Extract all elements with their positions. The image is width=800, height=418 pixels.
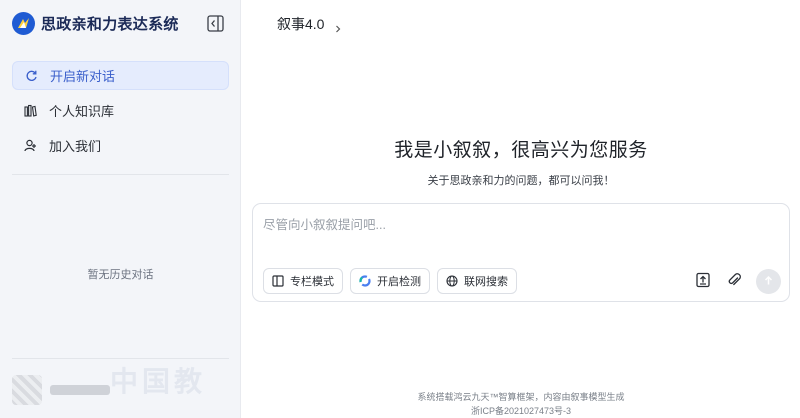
sidebar-item-label: 开启新对话 xyxy=(50,69,116,84)
welcome-section: 我是小叙叙，很高兴为您服务 关于思政亲和力的问题，都可以问我！ xyxy=(242,135,800,188)
chip-label: 联网搜索 xyxy=(464,276,508,288)
footer-icp-link[interactable]: 浙ICP备2021027473号-3 xyxy=(242,404,800,418)
model-name: 叙事4.0 xyxy=(277,16,325,32)
sidebar: 思政亲和力表达系统 开启新对话 个人知识库 加入我们 暂无历史对话 中国教 xyxy=(0,0,241,418)
username-blurred xyxy=(50,385,110,395)
avatar[interactable] xyxy=(12,375,42,405)
sidebar-item-label: 加入我们 xyxy=(49,139,102,154)
main-panel: 叙事4.0 我是小叙叙，很高兴为您服务 关于思政亲和力的问题，都可以问我！ 专栏… xyxy=(242,0,800,418)
sidebar-divider xyxy=(12,358,229,359)
columns-icon xyxy=(272,275,284,287)
brand: 思政亲和力表达系统 xyxy=(12,12,179,35)
sidebar-item-new-chat[interactable]: 开启新对话 xyxy=(12,61,229,90)
chat-input[interactable] xyxy=(263,218,763,232)
footer: 系统搭载鸿云九天™智算框架，内容由叙事模型生成 浙ICP备2021027473号… xyxy=(242,390,800,418)
welcome-title: 我是小叙叙，很高兴为您服务 xyxy=(394,140,648,161)
user-add-icon xyxy=(23,139,37,153)
app-title: 思政亲和力表达系统 xyxy=(41,16,179,33)
attachment-icon[interactable] xyxy=(726,272,742,288)
chip-label: 开启检测 xyxy=(377,276,421,288)
sidebar-collapse-icon[interactable] xyxy=(207,15,224,32)
upload-icon[interactable] xyxy=(695,272,711,288)
footer-disclaimer: 系统搭载鸿云九天™智算框架，内容由叙事模型生成 xyxy=(417,392,625,402)
sidebar-item-label: 个人知识库 xyxy=(49,104,115,119)
user-profile[interactable] xyxy=(12,372,229,408)
composer-chips: 专栏模式 开启检测 联网搜索 xyxy=(263,268,517,294)
model-selector[interactable]: 叙事4.0 xyxy=(277,14,342,34)
sidebar-item-join-us[interactable]: 加入我们 xyxy=(12,131,229,160)
chip-label: 专栏模式 xyxy=(290,276,334,288)
web-search-button[interactable]: 联网搜索 xyxy=(437,268,517,294)
chevron-right-icon xyxy=(334,20,342,33)
globe-icon xyxy=(446,275,458,287)
enable-detection-button[interactable]: 开启检测 xyxy=(350,268,430,294)
library-icon xyxy=(23,104,37,118)
logo-icon xyxy=(12,12,35,35)
refresh-icon xyxy=(24,69,38,83)
welcome-subtitle: 关于思政亲和力的问题，都可以问我！ xyxy=(427,175,615,187)
chat-composer: 专栏模式 开启检测 联 xyxy=(252,203,790,302)
sidebar-divider xyxy=(12,174,229,175)
sidebar-item-knowledge-base[interactable]: 个人知识库 xyxy=(12,96,229,125)
empty-history-text: 暂无历史对话 xyxy=(87,269,154,281)
sidebar-nav: 开启新对话 个人知识库 加入我们 xyxy=(12,61,229,166)
arrow-up-icon xyxy=(763,273,774,291)
send-button[interactable] xyxy=(756,269,781,294)
detect-icon xyxy=(359,275,371,287)
column-mode-button[interactable]: 专栏模式 xyxy=(263,268,343,294)
